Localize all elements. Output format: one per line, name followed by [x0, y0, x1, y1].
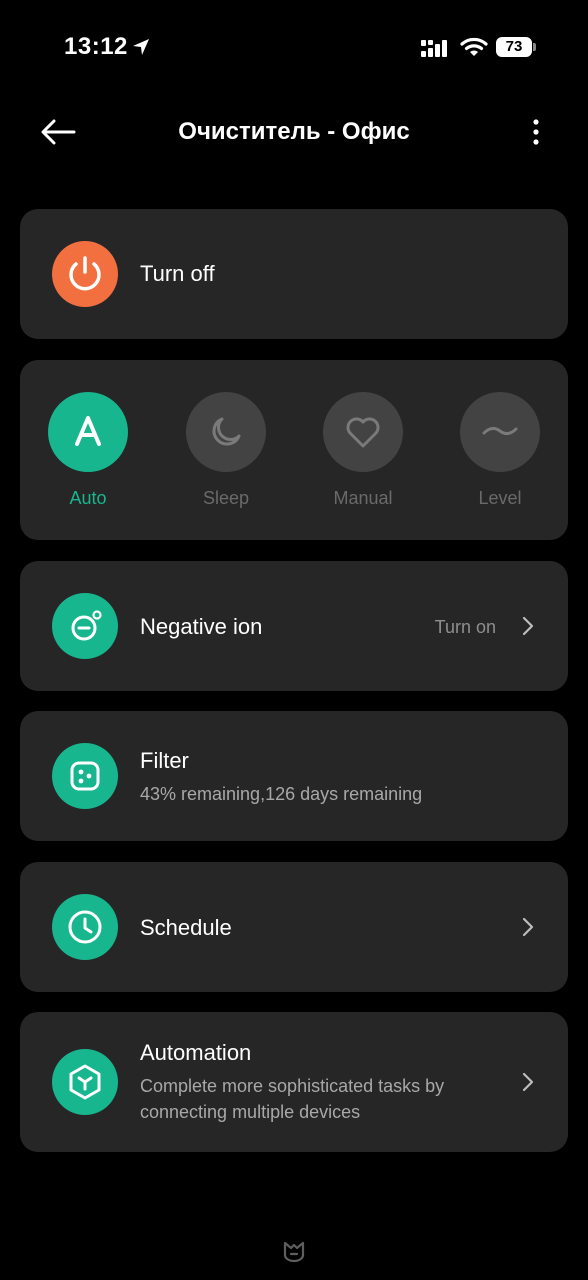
mode-manual-label: Manual [333, 488, 393, 508]
wave-icon [482, 426, 518, 436]
automation-title: Automation [140, 1040, 252, 1065]
battery-indicator: 73 [496, 37, 536, 57]
heart-icon [346, 417, 380, 448]
chevron-right-icon [522, 917, 534, 937]
automation-subtitle-line1: Complete more sophisticated tasks by [140, 1076, 445, 1096]
auto-a-icon [75, 416, 101, 446]
page-title: Очиститель - Офис [178, 118, 410, 145]
negative-ion-status[interactable]: Turn on [435, 617, 496, 638]
automation-icon-circle [52, 1049, 118, 1115]
filter-title: Filter [140, 748, 189, 773]
negative-ion-icon-circle [52, 593, 118, 659]
mode-auto-label: Auto [69, 488, 107, 508]
mi-home-logo-icon [283, 1241, 305, 1263]
wifi-icon [460, 37, 488, 56]
battery-tip [533, 43, 536, 51]
more-options-icon[interactable] [524, 116, 548, 148]
modes-card: Auto Sleep Manual Level [20, 360, 568, 540]
chevron-right-icon [522, 616, 534, 636]
filter-icon [70, 761, 100, 791]
automation-hexagon-icon [69, 1064, 101, 1100]
status-bar: 13:12 73 [0, 0, 588, 90]
power-icon [69, 256, 101, 291]
clock-icon [68, 910, 102, 944]
filter-icon-circle [52, 743, 118, 809]
moon-icon [212, 417, 241, 446]
power-button[interactable] [52, 241, 118, 307]
mode-sleep[interactable]: Sleep [186, 392, 266, 509]
power-label: Turn off [140, 261, 215, 286]
chevron-right-icon [522, 1072, 534, 1092]
mode-auto-button[interactable] [48, 392, 128, 472]
filter-card[interactable]: Filter 43% remaining,126 days remaining [20, 711, 568, 841]
location-arrow-icon [133, 39, 149, 55]
automation-subtitle-line2: connecting multiple devices [140, 1102, 361, 1122]
schedule-title: Schedule [140, 915, 232, 940]
mode-sleep-label: Sleep [202, 488, 250, 508]
filter-subtitle: 43% remaining,126 days remaining [140, 784, 423, 804]
battery-level: 73 [496, 37, 532, 57]
negative-ion-title: Negative ion [140, 614, 263, 639]
header: Очиститель - Офис [0, 100, 588, 164]
mode-level[interactable]: Level [460, 392, 540, 509]
mode-sleep-button[interactable] [186, 392, 266, 472]
negative-ion-icon [71, 610, 102, 641]
schedule-card[interactable]: Schedule [20, 862, 568, 992]
mode-level-label: Level [478, 488, 522, 508]
automation-card[interactable]: Automation Complete more sophisticated t… [20, 1012, 568, 1152]
power-card[interactable]: Turn off [20, 209, 568, 339]
status-time: 13:12 [64, 33, 128, 60]
mode-manual[interactable]: Manual [323, 392, 403, 509]
mode-level-button[interactable] [460, 392, 540, 472]
mode-auto[interactable]: Auto [48, 392, 128, 509]
mode-manual-button[interactable] [323, 392, 403, 472]
schedule-icon-circle [52, 894, 118, 960]
cellular-signal-icon [421, 40, 447, 57]
negative-ion-card[interactable]: Negative ion Turn on [20, 561, 568, 691]
